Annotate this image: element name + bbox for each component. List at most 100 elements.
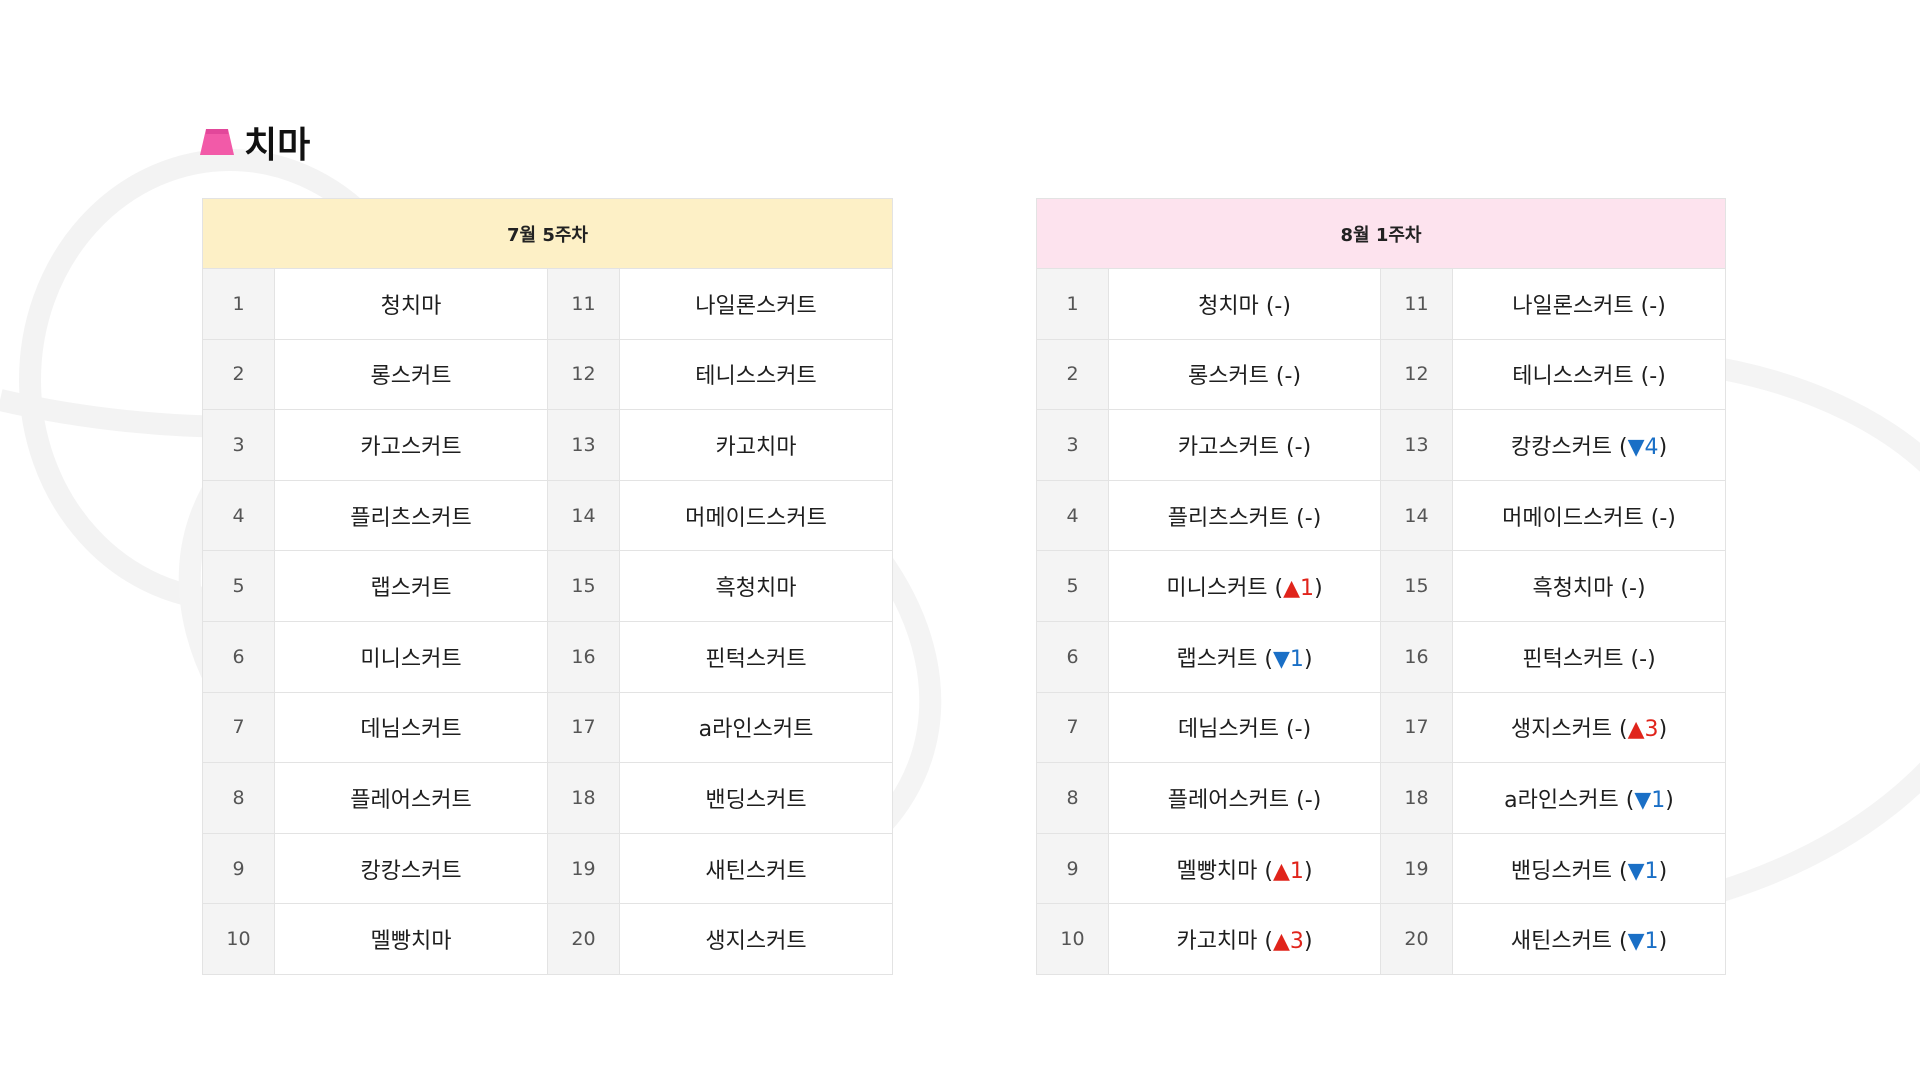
item-cell: 플레어스커트 (-) bbox=[1108, 762, 1381, 834]
rank-number: 10 bbox=[1036, 903, 1109, 975]
rank-number: 5 bbox=[202, 550, 275, 622]
item-name: 청치마 bbox=[274, 268, 548, 340]
item-name: 미니스커트 bbox=[274, 620, 548, 693]
table-row: 5 랩스커트 15 흑청치마 bbox=[202, 550, 893, 622]
item-name: 미니스커트 bbox=[1166, 576, 1268, 602]
item-name: 테니스스커트 bbox=[1512, 364, 1634, 390]
rank-change: (-) bbox=[1286, 434, 1312, 460]
rank-number: 6 bbox=[202, 620, 275, 693]
rank-number: 11 bbox=[1380, 268, 1453, 340]
item-cell: 테니스스커트 (-) bbox=[1452, 338, 1726, 411]
rank-down-indicator: ▼1 bbox=[1634, 787, 1666, 813]
rank-change: (-) bbox=[1630, 646, 1656, 672]
item-cell: 플리츠스커트 (-) bbox=[1108, 479, 1381, 552]
rank-number: 12 bbox=[547, 338, 620, 411]
rank-number: 12 bbox=[1380, 338, 1453, 411]
rank-number: 17 bbox=[547, 691, 620, 764]
rank-change: (-) bbox=[1275, 364, 1302, 390]
item-name: 카고스커트 bbox=[1177, 434, 1280, 460]
rank-number: 16 bbox=[547, 620, 620, 693]
page-title: 치마 bbox=[244, 125, 311, 166]
item-name: 카고스커트 bbox=[274, 409, 548, 481]
rank-change: (-) bbox=[1620, 576, 1646, 602]
rank-number: 16 bbox=[1380, 620, 1453, 693]
item-cell: 밴딩스커트 (▼1) bbox=[1452, 832, 1726, 905]
table-row: 4 플리츠스커트 (-) 14 머메이드스커트 (-) bbox=[1036, 479, 1726, 552]
table-row: 2 롱스커트 12 테니스스커트 bbox=[202, 338, 893, 411]
table-row: 10 멜빵치마 20 생지스커트 bbox=[202, 903, 893, 975]
rank-number: 3 bbox=[202, 409, 275, 481]
table-row: 7 데님스커트 (-) 17 생지스커트 (▲3) bbox=[1036, 691, 1726, 764]
rank-number: 5 bbox=[1036, 550, 1109, 622]
item-cell: 카고치마 (▲3) bbox=[1108, 903, 1381, 975]
item-cell: 흑청치마 (-) bbox=[1452, 550, 1726, 622]
item-name: 밴딩스커트 bbox=[619, 762, 893, 834]
rank-number: 14 bbox=[1380, 479, 1453, 552]
item-name: 흑청치마 bbox=[1532, 576, 1614, 602]
table-row: 3 카고스커트 (-) 13 캉캉스커트 (▼4) bbox=[1036, 409, 1726, 481]
rank-up-indicator: ▲3 bbox=[1627, 717, 1659, 743]
rank-up-indicator: ▲1 bbox=[1283, 576, 1315, 602]
item-name: 멜빵치마 bbox=[274, 903, 548, 975]
rank-number: 9 bbox=[202, 832, 275, 905]
rank-number: 13 bbox=[1380, 409, 1453, 481]
rank-down-indicator: ▼1 bbox=[1627, 929, 1659, 955]
rank-change: (-) bbox=[1640, 293, 1666, 319]
table-row: 6 미니스커트 16 핀턱스커트 bbox=[202, 620, 893, 693]
rank-number: 20 bbox=[1380, 903, 1453, 975]
rank-number: 1 bbox=[1036, 268, 1109, 340]
table-row: 8 플레어스커트 18 밴딩스커트 bbox=[202, 762, 893, 834]
item-cell: 캉캉스커트 (▼4) bbox=[1452, 409, 1726, 481]
rank-change: (-) bbox=[1296, 505, 1322, 531]
item-name: 데님스커트 bbox=[274, 691, 548, 764]
item-cell: 랩스커트 (▼1) bbox=[1108, 620, 1381, 693]
item-name: 데님스커트 bbox=[1177, 717, 1280, 743]
rank-number: 7 bbox=[202, 691, 275, 764]
item-cell: 카고스커트 (-) bbox=[1108, 409, 1381, 481]
rank-number: 11 bbox=[547, 268, 620, 340]
table-row: 2 롱스커트 (-) 12 테니스스커트 (-) bbox=[1036, 338, 1726, 411]
item-name: 흑청치마 bbox=[619, 550, 893, 622]
table-row: 9 멜빵치마 (▲1) 19 밴딩스커트 (▼1) bbox=[1036, 832, 1726, 905]
item-cell: 멜빵치마 (▲1) bbox=[1108, 832, 1381, 905]
rank-change: (-) bbox=[1265, 293, 1291, 319]
item-name: 캉캉스커트 bbox=[274, 832, 548, 905]
rank-number: 7 bbox=[1036, 691, 1109, 764]
item-name: 테니스스커트 bbox=[619, 338, 893, 411]
rank-number: 3 bbox=[1036, 409, 1109, 481]
section-title: 치마 bbox=[198, 118, 310, 166]
ranking-table-current-week: 8월 1주차 1 청치마 (-) 11 나일론스커트 (-) 2 롱스커트 (-) 12 테니… bbox=[1036, 198, 1726, 975]
item-name: 핀턱스커트 bbox=[619, 620, 893, 693]
item-cell: 핀턱스커트 (-) bbox=[1452, 620, 1726, 693]
rank-number: 18 bbox=[547, 762, 620, 834]
rank-number: 6 bbox=[1036, 620, 1109, 693]
item-name: a라인스커트 bbox=[1504, 787, 1619, 813]
item-name: 머메이드스커트 bbox=[619, 479, 893, 552]
rank-number: 8 bbox=[1036, 762, 1109, 834]
table-row: 4 플리츠스커트 14 머메이드스커트 bbox=[202, 479, 893, 552]
rank-number: 20 bbox=[547, 903, 620, 975]
table-row: 5 미니스커트 (▲1) 15 흑청치마 (-) bbox=[1036, 550, 1726, 622]
item-name: 청치마 bbox=[1198, 293, 1259, 319]
rank-number: 15 bbox=[547, 550, 620, 622]
rank-change: (-) bbox=[1650, 505, 1676, 531]
rank-number: 15 bbox=[1380, 550, 1453, 622]
item-name: 머메이드스커트 bbox=[1502, 505, 1644, 531]
rank-number: 4 bbox=[202, 479, 275, 552]
item-name: 핀턱스커트 bbox=[1522, 646, 1624, 672]
rank-down-indicator: ▼1 bbox=[1273, 646, 1304, 672]
item-name: 카고치마 bbox=[619, 409, 893, 481]
rank-down-indicator: ▼4 bbox=[1627, 434, 1659, 460]
item-name: 랩스커트 bbox=[1176, 646, 1258, 672]
table-row: 10 카고치마 (▲3) 20 새틴스커트 (▼1) bbox=[1036, 903, 1726, 975]
item-cell: 미니스커트 (▲1) bbox=[1108, 550, 1381, 622]
item-cell: 생지스커트 (▲3) bbox=[1452, 691, 1726, 764]
rank-number: 19 bbox=[1380, 832, 1453, 905]
item-cell: a라인스커트 (▼1) bbox=[1452, 762, 1726, 834]
rank-number: 2 bbox=[1036, 338, 1109, 411]
item-name: 생지스커트 bbox=[1510, 717, 1613, 743]
item-name: a라인스커트 bbox=[619, 691, 893, 764]
item-name: 플레어스커트 bbox=[274, 762, 548, 834]
item-cell: 청치마 (-) bbox=[1108, 268, 1381, 340]
table-row: 7 데님스커트 17 a라인스커트 bbox=[202, 691, 893, 764]
